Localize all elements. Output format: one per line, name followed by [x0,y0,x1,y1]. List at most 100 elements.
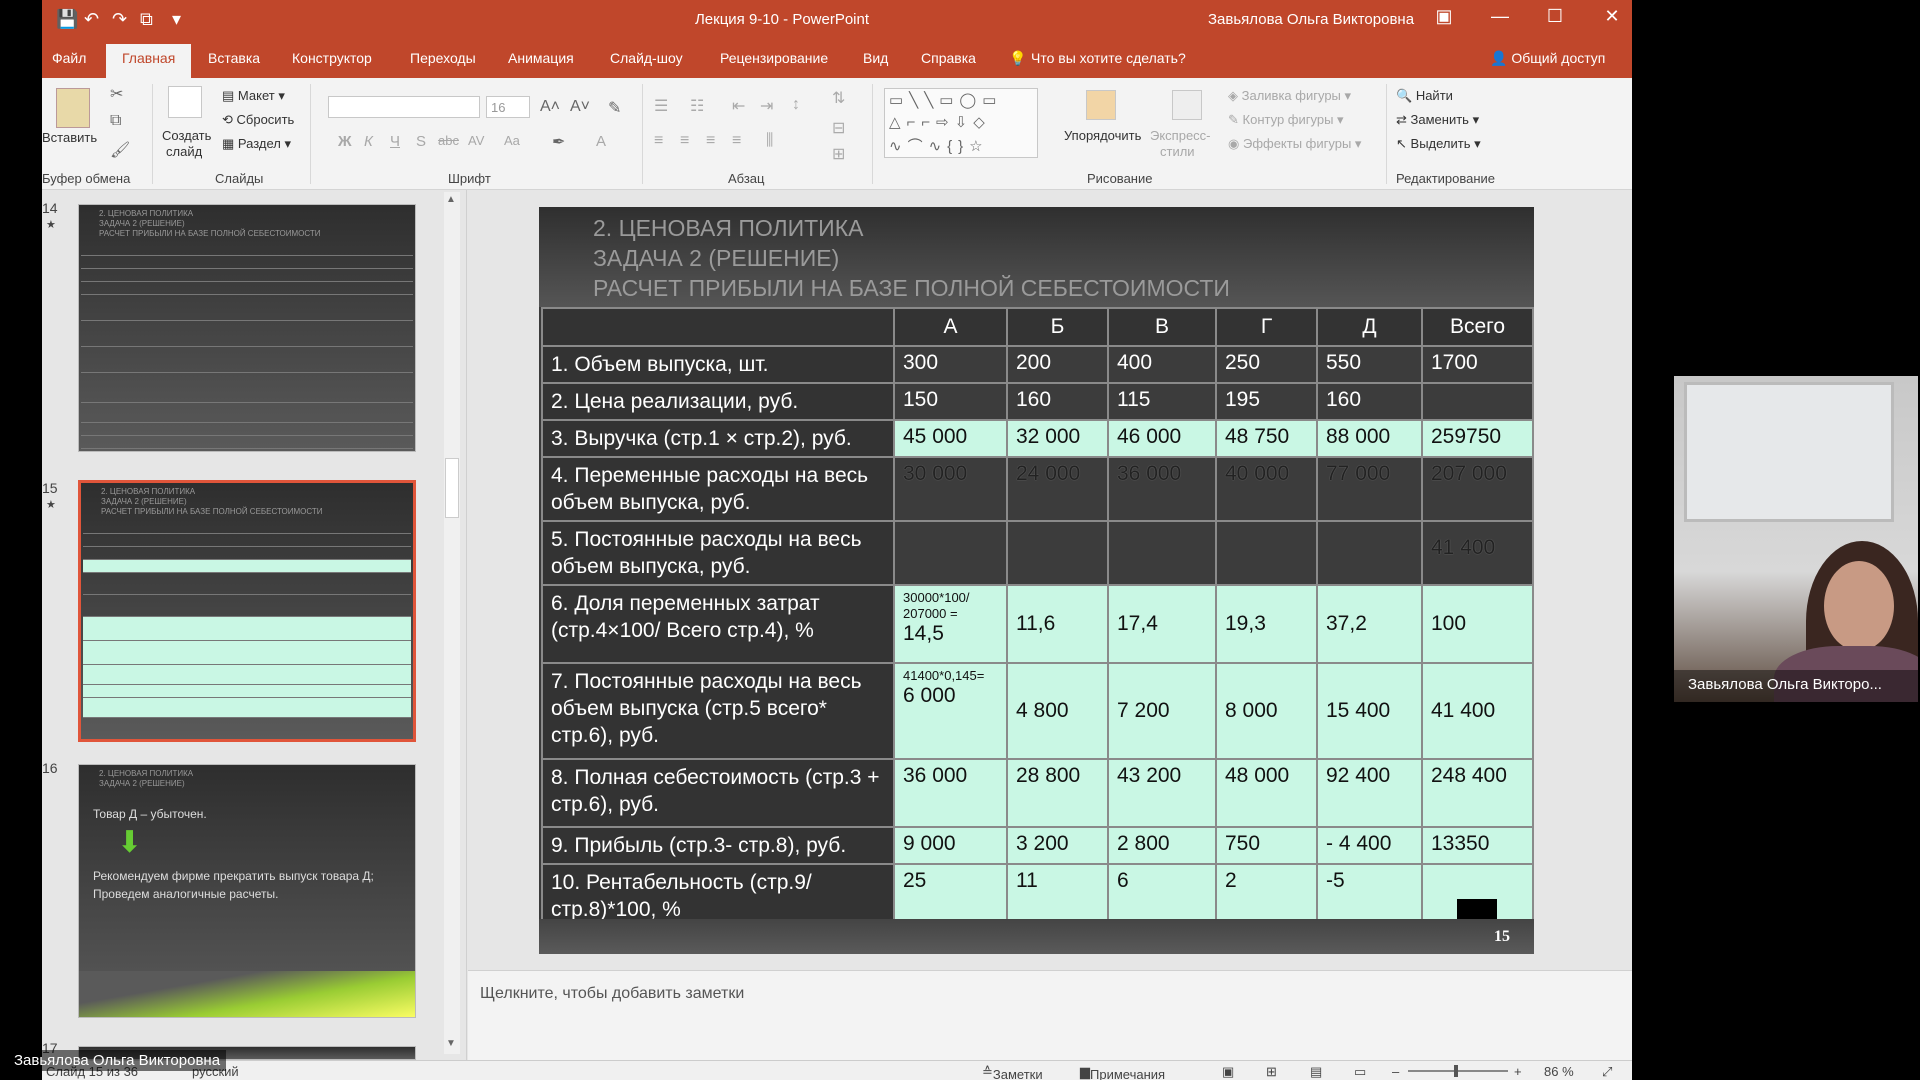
share-button[interactable]: 👤 Общий доступ [1490,50,1605,67]
shape-outline-button[interactable]: ✎ Контур фигуры ▾ [1228,112,1344,128]
strikethrough-button[interactable]: abc [438,133,459,148]
ribbon-display-options-icon[interactable]: ▣ [1429,6,1459,27]
align-right-icon[interactable]: ≡ [706,132,715,150]
layout-button[interactable]: ▤ Макет ▾ [222,88,285,104]
copy-icon[interactable]: ⧉ [110,112,121,130]
text-direction-icon[interactable]: ⇅ [832,88,845,108]
new-slide-button-line1[interactable]: Создать [162,128,211,143]
tab-transitions[interactable]: Переходы [410,50,476,66]
align-center-icon[interactable]: ≡ [680,132,689,150]
underline-button[interactable]: Ч [390,133,400,150]
comments-toggle[interactable]: ▆ Примечания [1080,1064,1165,1080]
shapes-row1-icon[interactable]: ▭╲╲▭◯▭ [889,91,1002,109]
align-left-icon[interactable]: ≡ [654,132,663,150]
font-size-input[interactable]: 16 [486,96,530,118]
cut-icon[interactable]: ✂ [110,84,123,104]
char-spacing-button[interactable]: AV [468,133,484,148]
section-button[interactable]: ▦ Раздел ▾ [222,136,291,152]
decrease-indent-icon[interactable]: ⇤ [732,96,745,116]
thumbnails-scrollbar[interactable]: ▲ ▼ [444,192,460,1054]
notes-placeholder[interactable]: Щелкните, чтобы добавить заметки [480,985,744,1003]
thumbnail-slide-16[interactable]: 2. ЦЕНОВАЯ ПОЛИТИКА ЗАДАЧА 2 (РЕШЕНИЕ) Т… [78,764,416,1018]
quick-styles-button-line1[interactable]: Экспресс- [1150,128,1211,143]
smartart-icon[interactable]: ⊞ [832,144,845,164]
minimize-button[interactable]: — [1485,6,1515,27]
justify-icon[interactable]: ≡ [732,132,741,150]
find-button[interactable]: 🔍 Найти [1396,88,1453,104]
increase-font-icon[interactable]: A˄ [540,98,560,116]
account-name[interactable]: Завьялова Ольга Викторовна [1208,11,1414,28]
current-slide[interactable]: 2. ЦЕНОВАЯ ПОЛИТИКА ЗАДАЧА 2 (РЕШЕНИЕ) Р… [539,207,1534,954]
zoom-in-icon[interactable]: + [1514,1064,1522,1079]
shape-effects-button[interactable]: ◉ Эффекты фигуры ▾ [1228,136,1361,152]
tab-view[interactable]: Вид [863,50,888,66]
zoom-slider-thumb[interactable] [1454,1065,1458,1077]
webcam-video[interactable]: Завьялова Ольга Викторо... [1674,376,1918,702]
format-painter-icon[interactable]: 🖌 [110,140,130,160]
columns-icon[interactable]: ⫼ [766,132,773,150]
slideshow-view-icon[interactable]: ▭ [1354,1064,1366,1080]
reset-button[interactable]: ⟲ Сбросить [222,112,294,128]
replace-button[interactable]: ⇄ Заменить ▾ [1396,112,1479,128]
tab-insert[interactable]: Вставка [208,50,260,66]
clear-format-icon[interactable]: ✎ [608,98,621,118]
scroll-down-icon[interactable]: ▼ [446,1038,456,1049]
shadow-button[interactable]: S [416,133,426,150]
quick-styles-icon[interactable] [1172,90,1202,120]
new-slide-button-line2[interactable]: слайд [166,144,202,159]
font-color-button[interactable]: A [596,133,606,150]
maximize-button[interactable]: ☐ [1540,6,1570,27]
notes-toggle[interactable]: ≙ Заметки [982,1064,1043,1080]
thumbnail-slide-14[interactable]: 2. ЦЕНОВАЯ ПОЛИТИКА ЗАДАЧА 2 (РЕШЕНИЕ) Р… [78,204,416,452]
slide-sorter-icon[interactable]: ⊞ [1266,1064,1277,1080]
italic-button[interactable]: К [364,133,373,150]
slide-title-area[interactable]: 2. ЦЕНОВАЯ ПОЛИТИКА ЗАДАЧА 2 (РЕШЕНИЕ) Р… [539,207,1534,307]
scroll-up-icon[interactable]: ▲ [446,194,456,205]
arrange-button[interactable]: Упорядочить [1064,128,1141,143]
tab-home[interactable]: Главная [106,44,192,78]
normal-view-icon[interactable]: ▣ [1222,1064,1234,1080]
slide-number-15: 15 [42,480,58,496]
shapes-row3-icon[interactable]: ∿⌒∿{}☆ [889,135,989,156]
font-name-input[interactable] [328,96,480,118]
ribbon-home: Вставить ✂ ⧉ 🖌 Буфер обмена Создать слай… [42,78,1632,190]
reading-view-icon[interactable]: ▤ [1310,1064,1322,1080]
shapes-gallery[interactable]: ▭╲╲▭◯▭ △⌐⌐⇨⇩◇ ∿⌒∿{}☆ [884,88,1038,158]
tab-design[interactable]: Конструктор [292,50,372,66]
paste-icon[interactable] [56,88,90,128]
zoom-slider[interactable] [1408,1070,1508,1072]
quick-styles-button-line2[interactable]: стили [1160,144,1195,159]
shape-fill-button[interactable]: ◈ Заливка фигуры ▾ [1228,88,1351,104]
table-cell [1316,520,1423,586]
align-text-icon[interactable]: ⊟ [832,118,845,138]
calculation-table[interactable]: А Б В Г Д Всего 1. Объем выпуска, шт. 30… [541,307,1534,929]
numbering-icon[interactable]: ☷ [690,96,704,116]
slide-title-line-1: 2. ЦЕНОВАЯ ПОЛИТИКА [593,215,864,241]
tab-help[interactable]: Справка [921,50,976,66]
arrange-icon[interactable] [1086,90,1116,120]
highlight-icon[interactable]: ✒ [552,132,565,152]
fit-slide-icon[interactable]: ⤢ [1602,1064,1612,1080]
paste-button[interactable]: Вставить [42,130,97,145]
select-button[interactable]: ↖ Выделить ▾ [1396,136,1481,152]
bullets-icon[interactable]: ☰ [654,96,668,116]
scrollbar-thumb[interactable] [445,458,459,518]
tab-animations[interactable]: Анимация [508,50,574,66]
decrease-font-icon[interactable]: A˅ [570,98,590,116]
tell-me-box[interactable]: Что вы хотите сделать? [1031,50,1186,66]
zoom-out-icon[interactable]: – [1392,1064,1399,1079]
increase-indent-icon[interactable]: ⇥ [760,96,773,116]
line-spacing-icon[interactable]: ↕ [792,96,800,114]
close-button[interactable]: ✕ [1597,6,1627,27]
notes-pane[interactable]: Щелкните, чтобы добавить заметки [468,970,1632,1060]
bold-button[interactable]: Ж [338,133,352,150]
new-slide-icon[interactable] [168,86,202,118]
change-case-button[interactable]: Aa [504,133,520,148]
shapes-row2-icon[interactable]: △⌐⌐⇨⇩◇ [889,113,991,131]
tab-file[interactable]: Файл [52,50,86,66]
tab-review[interactable]: Рецензирование [720,50,828,66]
zoom-level[interactable]: 86 % [1544,1064,1574,1079]
table-cell: 30000*100/ 207000 = 14,5 [893,584,1008,664]
thumbnail-slide-15-selected[interactable]: 2. ЦЕНОВАЯ ПОЛИТИКА ЗАДАЧА 2 (РЕШЕНИЕ) Р… [78,480,416,742]
tab-slideshow[interactable]: Слайд-шоу [610,50,683,66]
